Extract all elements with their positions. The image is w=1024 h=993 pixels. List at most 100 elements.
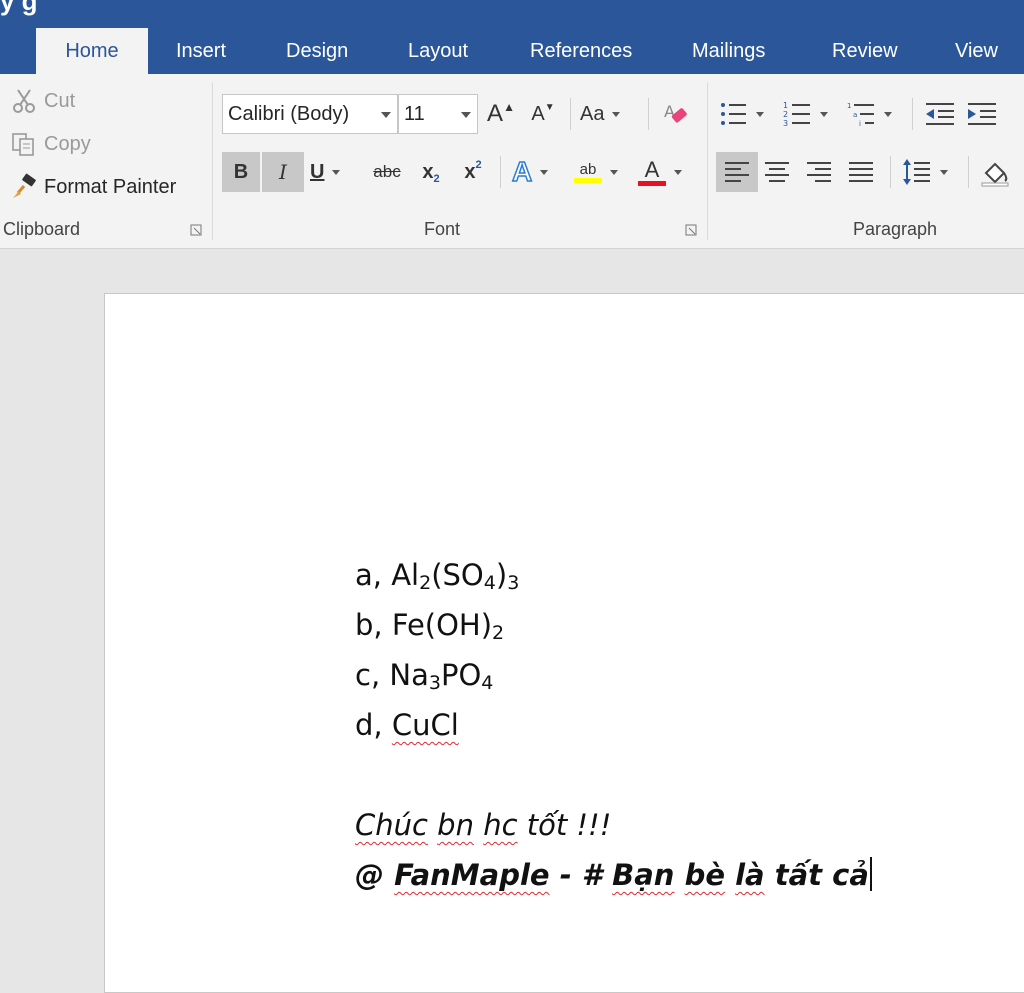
- subscript-mark: 2: [433, 173, 440, 185]
- align-left-button[interactable]: [716, 152, 758, 192]
- font-size-combobox[interactable]: 11: [398, 94, 478, 134]
- paint-bucket-icon: [981, 162, 1009, 187]
- document-line-c: c, Na3PO4: [355, 650, 872, 700]
- font-family-combobox[interactable]: Calibri (Body): [222, 94, 398, 134]
- misspelled-word[interactable]: CuCl: [392, 708, 459, 742]
- chevron-down-icon: [540, 169, 549, 175]
- chevron-down-icon: [756, 111, 764, 117]
- document-page[interactable]: a, Al2(SO4)3 b, Fe(OH)2 c, Na3PO4 d, CuC…: [104, 293, 1024, 993]
- align-right-button[interactable]: [804, 152, 834, 192]
- font-color-icon: A: [644, 156, 660, 182]
- tab-review[interactable]: Review: [832, 28, 898, 74]
- tab-design[interactable]: Design: [286, 28, 348, 74]
- text-run: d,: [355, 708, 392, 742]
- copy-icon: [12, 133, 34, 156]
- align-center-icon: [765, 162, 789, 182]
- text-run: c, Na: [355, 658, 429, 692]
- font-launcher-icon[interactable]: [685, 224, 697, 236]
- change-case-button[interactable]: Aa: [580, 94, 621, 134]
- separator: [912, 98, 913, 130]
- svg-text:a: a: [853, 111, 857, 119]
- copy-button[interactable]: Copy: [10, 127, 91, 161]
- bold-label: B: [233, 160, 249, 183]
- highlight-swatch: [574, 177, 602, 183]
- format-painter-button[interactable]: Format Painter: [10, 170, 176, 204]
- group-divider: [707, 82, 708, 240]
- misspelled-word[interactable]: bn: [437, 808, 474, 842]
- superscript-button[interactable]: x2: [458, 152, 488, 192]
- text-run: a, Al: [355, 558, 420, 592]
- subscript-run: 3: [507, 572, 520, 594]
- shading-button[interactable]: [980, 152, 1010, 192]
- text-effects-button[interactable]: A: [511, 152, 549, 192]
- align-center-button[interactable]: [762, 152, 792, 192]
- tab-references[interactable]: References: [530, 28, 632, 74]
- paragraph-group-label: Paragraph: [853, 219, 938, 239]
- text-run: PO: [440, 658, 482, 692]
- chevron-down-icon: [674, 169, 682, 175]
- misspelled-word[interactable]: hc: [483, 808, 517, 842]
- misspelled-word[interactable]: là: [735, 858, 765, 892]
- clear-formatting-button[interactable]: A: [660, 94, 690, 134]
- cut-button[interactable]: Cut: [10, 84, 75, 118]
- chevron-down-icon: [940, 169, 948, 175]
- underline-button[interactable]: U: [310, 152, 341, 192]
- misspelled-word[interactable]: bè: [685, 858, 725, 892]
- clipboard-group-label: Clipboard: [3, 219, 81, 239]
- font-size-value: 11: [404, 103, 425, 125]
- svg-text:2: 2: [783, 110, 788, 119]
- misspelled-word[interactable]: FanMaple: [394, 858, 550, 892]
- clipboard-launcher-icon[interactable]: [190, 224, 202, 236]
- chevron-down-icon: [461, 112, 471, 118]
- superscript-mark: 2: [475, 159, 482, 171]
- bullets-button[interactable]: [718, 94, 764, 134]
- chevron-down-icon: [332, 169, 341, 175]
- numbering-button[interactable]: 1 2 3: [782, 94, 828, 134]
- font-color-button[interactable]: A: [638, 152, 682, 192]
- subscript-run: 2: [492, 622, 505, 644]
- document-line-wish: Chúc bn hc tốt !!!: [355, 800, 872, 850]
- tab-mailings[interactable]: Mailings: [692, 28, 765, 74]
- separator: [500, 156, 501, 188]
- italic-button[interactable]: I: [262, 152, 304, 192]
- highlight-color-button[interactable]: ab: [574, 152, 618, 192]
- subscript-button[interactable]: x2: [416, 152, 446, 192]
- grow-font-button[interactable]: A ▲: [486, 94, 516, 134]
- text-run: b, Fe(OH): [355, 608, 493, 642]
- chevron-down-icon: [610, 169, 618, 175]
- document-body[interactable]: a, Al2(SO4)3 b, Fe(OH)2 c, Na3PO4 d, CuC…: [355, 550, 872, 900]
- document-blank-line: [355, 750, 872, 800]
- shrink-font-button[interactable]: A ▼: [528, 94, 558, 134]
- separator: [890, 156, 891, 188]
- tab-home[interactable]: Home: [36, 28, 148, 74]
- cut-label: Cut: [44, 89, 76, 112]
- grow-font-icon: A: [487, 100, 504, 127]
- copy-label: Copy: [44, 132, 91, 155]
- chevron-down-icon: [884, 111, 892, 117]
- multilevel-list-icon: 1 a i: [847, 102, 874, 128]
- line-spacing-button[interactable]: [902, 152, 948, 192]
- format-painter-label: Format Painter: [44, 175, 177, 198]
- group-divider: [212, 82, 213, 240]
- underline-label: U: [310, 160, 325, 183]
- italic-label: I: [279, 160, 287, 184]
- multilevel-list-button[interactable]: 1 a i: [846, 94, 892, 134]
- align-left-icon: [725, 162, 749, 182]
- subscript-label: x: [422, 160, 434, 183]
- tab-layout[interactable]: Layout: [408, 28, 468, 74]
- increase-indent-button[interactable]: [966, 94, 998, 134]
- decrease-indent-button[interactable]: [924, 94, 956, 134]
- bold-button[interactable]: B: [222, 152, 260, 192]
- ribbon-tabs: Home Insert Design Layout References Mai…: [0, 28, 1024, 74]
- tab-view[interactable]: View: [955, 28, 998, 74]
- tab-insert[interactable]: Insert: [176, 28, 226, 74]
- title-bar: y g Home Insert Design Layout References…: [0, 0, 1024, 74]
- justify-button[interactable]: [846, 152, 876, 192]
- misspelled-word[interactable]: Bạn: [612, 858, 674, 892]
- ribbon-home: Cut Copy Format Painter Clipboard Calibr…: [0, 74, 1024, 249]
- misspelled-word[interactable]: Chúc: [355, 808, 428, 842]
- subscript-run: 4: [483, 572, 496, 594]
- separator: [570, 98, 571, 130]
- strikethrough-button[interactable]: abc: [372, 152, 402, 192]
- font-family-value: Calibri (Body): [228, 103, 350, 125]
